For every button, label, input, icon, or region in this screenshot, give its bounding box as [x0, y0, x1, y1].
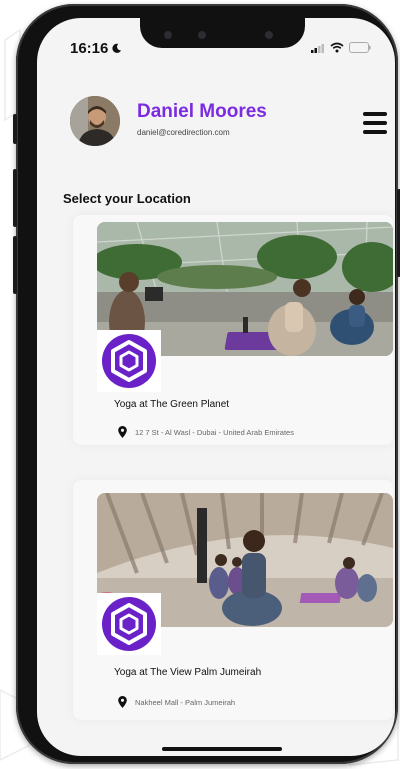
signal-icon: [311, 43, 324, 53]
avatar-photo: [70, 96, 120, 146]
status-time: 16:16: [70, 40, 122, 57]
status-time-text: 16:16: [70, 40, 109, 57]
notch: [140, 18, 305, 48]
location-title: Yoga at The View Palm Jumeirah: [114, 667, 262, 678]
studio-logo: [97, 593, 161, 655]
volume-down-button: [13, 236, 17, 294]
home-indicator[interactable]: [162, 747, 282, 751]
studio-logo: [97, 330, 161, 392]
user-email: daniel@coredirection.com: [137, 128, 230, 137]
battery-icon: [349, 42, 371, 53]
user-name: Daniel Moores: [137, 101, 267, 122]
phone-frame: 16:16 Daniel Moores daniel@coredirection…: [13, 4, 400, 764]
app-screen: 16:16 Daniel Moores daniel@coredirection…: [37, 18, 395, 756]
profile-header: Daniel Moores daniel@coredirection.com: [37, 68, 395, 153]
mute-switch: [13, 114, 17, 144]
location-address-text: 12 7 St - Al Wasl - Dubai - United Arab …: [135, 427, 294, 437]
location-address: 12 7 St - Al Wasl - Dubai - United Arab …: [118, 426, 294, 438]
location-pin-icon: [118, 426, 127, 438]
volume-up-button: [13, 169, 17, 227]
location-title: Yoga at The Green Planet: [114, 399, 230, 410]
wifi-icon: [330, 42, 344, 53]
location-card-green-planet[interactable]: Yoga at The Green Planet 12 7 St - Al Wa…: [73, 215, 393, 445]
hexagon-logo-icon: [102, 597, 156, 651]
avatar[interactable]: [70, 96, 120, 146]
location-address: Nakheel Mall - Palm Jumeirah: [118, 696, 235, 708]
hexagon-logo-icon: [102, 334, 156, 388]
location-card-view-palm[interactable]: Yoga at The View Palm Jumeirah Nakheel M…: [73, 480, 393, 720]
status-icons: [311, 42, 371, 53]
moon-icon: [112, 43, 122, 53]
location-pin-icon: [118, 696, 127, 708]
menu-icon[interactable]: [363, 112, 387, 134]
location-address-text: Nakheel Mall - Palm Jumeirah: [135, 697, 236, 707]
section-title: Select your Location: [63, 191, 191, 206]
